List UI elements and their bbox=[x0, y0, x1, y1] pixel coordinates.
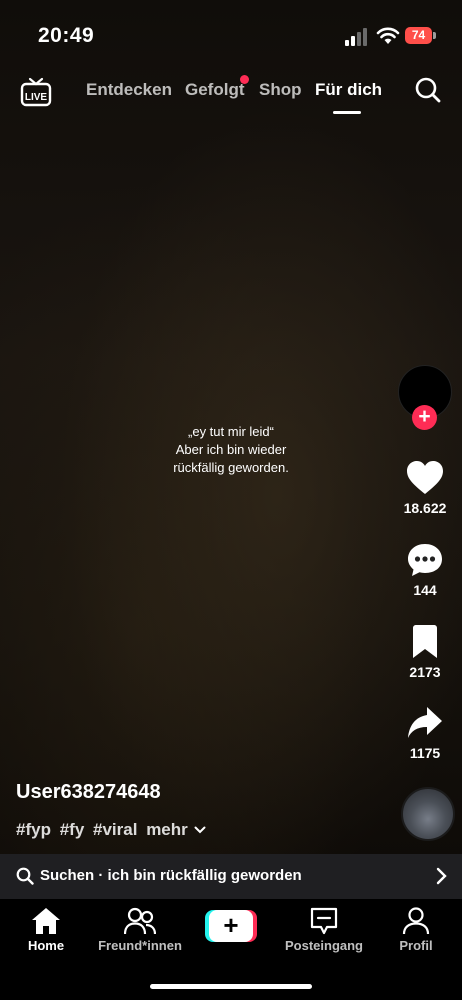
comment-icon bbox=[408, 544, 442, 576]
status-bar: 20:49 74 bbox=[0, 0, 462, 70]
search-icon[interactable] bbox=[414, 76, 442, 104]
comment-count: 144 bbox=[413, 582, 437, 598]
like-count: 18.622 bbox=[403, 500, 447, 516]
nav-inbox[interactable]: Posteingang bbox=[280, 907, 368, 953]
caption-line: Aber ich bin wieder bbox=[175, 442, 287, 457]
chevron-right-icon bbox=[436, 867, 447, 885]
status-time: 20:49 bbox=[38, 24, 95, 47]
svg-text:LIVE: LIVE bbox=[25, 92, 48, 103]
heart-icon bbox=[407, 461, 443, 494]
tab-entdecken[interactable]: Entdecken bbox=[86, 80, 172, 100]
caption-line: rückfällig geworden. bbox=[173, 460, 289, 475]
video-caption: „ey tut mir leid“ Aber ich bin wieder rü… bbox=[150, 423, 312, 477]
nav-home-label: Home bbox=[27, 938, 65, 953]
hashtag[interactable]: #viral bbox=[93, 820, 137, 839]
bookmark-button[interactable]: 2173 bbox=[395, 624, 455, 680]
search-suggestion-bar[interactable]: Suchen · ich bin rückfällig geworden bbox=[0, 854, 462, 899]
home-indicator bbox=[150, 984, 312, 989]
share-button[interactable]: 1175 bbox=[395, 705, 455, 761]
hashtag[interactable]: #fyp bbox=[16, 820, 51, 839]
chevron-down-icon bbox=[194, 826, 206, 834]
post-description: #fyp #fy #viral mehr bbox=[16, 820, 210, 840]
live-tv-icon[interactable]: LIVE bbox=[20, 75, 52, 107]
notification-dot bbox=[240, 75, 249, 84]
more-label: mehr bbox=[146, 820, 188, 839]
share-count: 1175 bbox=[409, 745, 441, 761]
bookmark-count: 2173 bbox=[409, 664, 441, 680]
nav-inbox-label: Posteingang bbox=[284, 938, 363, 953]
inbox-icon bbox=[310, 907, 338, 935]
top-nav: LIVE Entdecken Gefolgt Shop Für dich bbox=[0, 70, 462, 115]
caption-line: „ey tut mir leid“ bbox=[188, 424, 274, 439]
search-suggestion-text: Suchen · ich bin rückfällig geworden bbox=[40, 867, 302, 884]
sound-disc[interactable] bbox=[401, 787, 455, 841]
create-button[interactable]: + bbox=[205, 910, 257, 942]
plus-icon: + bbox=[209, 910, 253, 942]
cellular-signal-icon bbox=[345, 28, 367, 46]
share-arrow-icon bbox=[408, 707, 442, 738]
battery-level: 74 bbox=[411, 28, 426, 42]
nav-home[interactable]: Home bbox=[16, 907, 76, 953]
comment-button[interactable]: 144 bbox=[395, 542, 455, 598]
battery-icon: 74 bbox=[405, 27, 437, 45]
profile-icon bbox=[402, 907, 430, 935]
tab-gefolgt[interactable]: Gefolgt bbox=[185, 80, 245, 100]
tab-fuer-dich[interactable]: Für dich bbox=[315, 80, 382, 100]
like-button[interactable]: 18.622 bbox=[395, 460, 455, 516]
creator-username[interactable]: User638274648 bbox=[16, 781, 161, 804]
home-icon bbox=[32, 908, 60, 934]
nav-profile[interactable]: Profil bbox=[388, 907, 444, 953]
active-tab-indicator bbox=[333, 111, 361, 114]
more-button[interactable]: mehr bbox=[146, 820, 206, 839]
nav-friends[interactable]: Freund*innen bbox=[94, 907, 186, 953]
wifi-icon bbox=[376, 27, 400, 44]
friends-icon bbox=[124, 907, 156, 935]
search-icon bbox=[16, 867, 34, 885]
follow-plus-icon[interactable]: + bbox=[412, 405, 437, 430]
hashtag[interactable]: #fy bbox=[60, 820, 85, 839]
nav-friends-label: Freund*innen bbox=[98, 938, 182, 953]
nav-profile-label: Profil bbox=[399, 938, 433, 953]
tab-shop[interactable]: Shop bbox=[259, 80, 302, 100]
bookmark-icon bbox=[413, 625, 437, 658]
